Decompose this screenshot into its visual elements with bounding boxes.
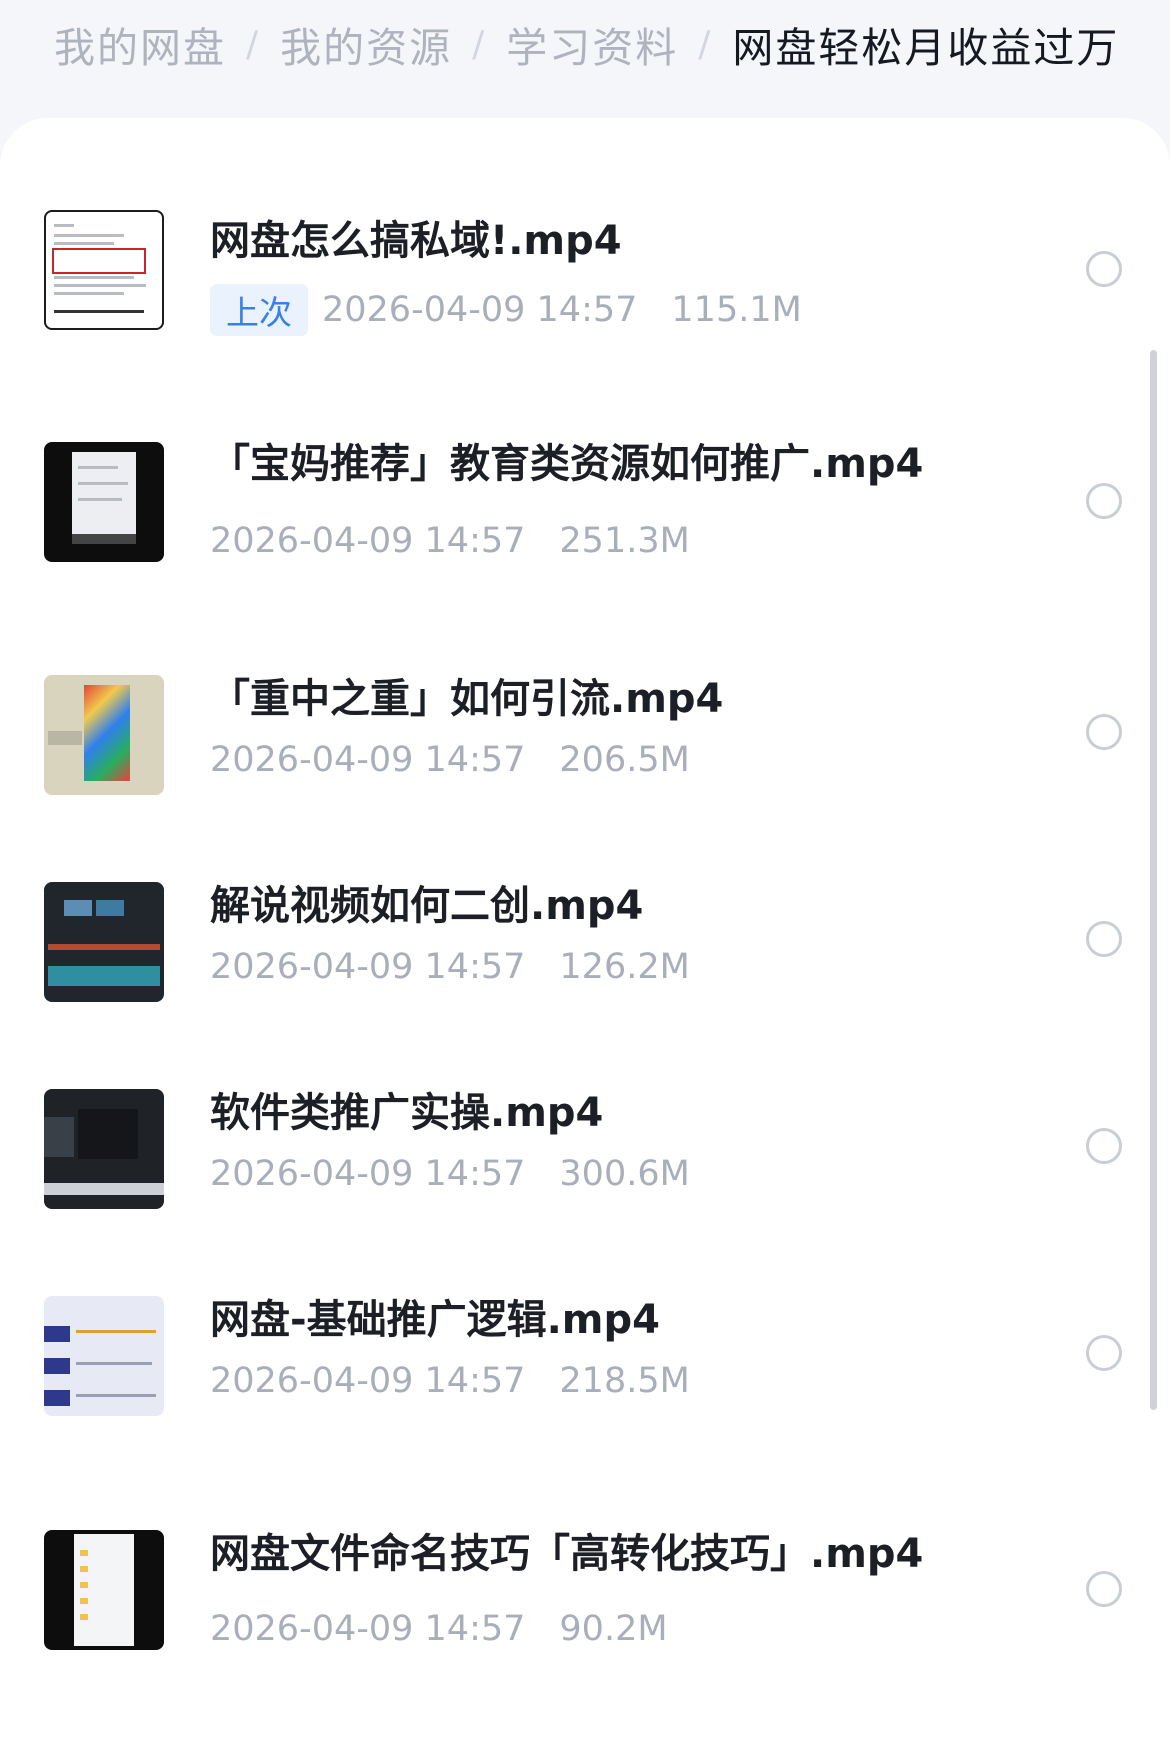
- file-date: 2026-04-09 14:57: [210, 1361, 526, 1401]
- file-meta: 2026-04-09 14:57 90.2M: [210, 1609, 668, 1649]
- breadcrumb-separator: /: [698, 23, 713, 65]
- file-list-item[interactable]: 解说视频如何二创.mp4 2026-04-09 14:57 126.2M: [0, 865, 1170, 1025]
- file-date: 2026-04-09 14:57: [210, 521, 526, 561]
- breadcrumb-study-materials[interactable]: 学习资料: [506, 14, 678, 74]
- file-size: 218.5M: [559, 1361, 690, 1401]
- select-radio[interactable]: [1086, 1128, 1122, 1164]
- select-radio[interactable]: [1086, 1571, 1122, 1607]
- select-radio[interactable]: [1086, 483, 1122, 519]
- file-meta: 2026-04-09 14:57 126.2M: [210, 947, 690, 987]
- breadcrumb-separator: /: [246, 23, 261, 65]
- file-name: 网盘怎么搞私域!.mp4: [210, 218, 622, 264]
- file-date: 2026-04-09 14:57: [210, 947, 526, 987]
- video-thumbnail: [44, 210, 164, 330]
- file-date: 2026-04-09 14:57: [210, 1609, 526, 1649]
- file-list-item[interactable]: 网盘怎么搞私域!.mp4 上次 2026-04-09 14:57 115.1M: [0, 190, 1170, 350]
- select-radio[interactable]: [1086, 921, 1122, 957]
- last-viewed-badge: 上次: [210, 284, 308, 336]
- select-radio[interactable]: [1086, 1335, 1122, 1371]
- file-name: 网盘文件命名技巧「高转化技巧」.mp4: [210, 1531, 924, 1577]
- video-thumbnail: [44, 1296, 164, 1416]
- file-list-item[interactable]: 软件类推广实操.mp4 2026-04-09 14:57 300.6M: [0, 1072, 1170, 1232]
- file-list-item[interactable]: 网盘-基础推广逻辑.mp4 2026-04-09 14:57 218.5M: [0, 1279, 1170, 1439]
- file-name: 「宝妈推荐」教育类资源如何推广.mp4: [210, 441, 924, 487]
- video-thumbnail: [44, 675, 164, 795]
- select-radio[interactable]: [1086, 251, 1122, 287]
- breadcrumb-separator: /: [472, 23, 487, 65]
- video-thumbnail: [44, 442, 164, 562]
- file-size: 126.2M: [559, 947, 690, 987]
- file-list-item[interactable]: 「宝妈推荐」教育类资源如何推广.mp4 2026-04-09 14:57 251…: [0, 425, 1170, 585]
- file-size: 251.3M: [559, 521, 690, 561]
- select-radio[interactable]: [1086, 714, 1122, 750]
- file-list-item[interactable]: 网盘文件命名技巧「高转化技巧」.mp4 2026-04-09 14:57 90.…: [0, 1513, 1170, 1673]
- file-name: 网盘-基础推广逻辑.mp4: [210, 1297, 660, 1343]
- breadcrumb-my-resources[interactable]: 我的资源: [280, 14, 452, 74]
- file-size: 300.6M: [559, 1154, 690, 1194]
- file-list-item[interactable]: 「重中之重」如何引流.mp4 2026-04-09 14:57 206.5M: [0, 658, 1170, 818]
- file-size: 206.5M: [559, 740, 690, 780]
- video-thumbnail: [44, 882, 164, 1002]
- file-size: 90.2M: [559, 1609, 668, 1649]
- file-date: 2026-04-09 14:57: [210, 740, 526, 780]
- breadcrumb-current-folder: 网盘轻松月收益过万: [732, 24, 1120, 72]
- file-date: 2026-04-09 14:57: [210, 1154, 526, 1194]
- file-meta: 上次 2026-04-09 14:57 115.1M: [210, 284, 802, 336]
- file-size: 115.1M: [671, 290, 802, 330]
- file-meta: 2026-04-09 14:57 206.5M: [210, 740, 690, 780]
- file-meta: 2026-04-09 14:57 300.6M: [210, 1154, 690, 1194]
- file-name: 软件类推广实操.mp4: [210, 1090, 604, 1136]
- breadcrumb: 我的网盘 / 我的资源 / 学习资料 / 网盘轻松月收益过万: [54, 14, 1119, 74]
- breadcrumb-my-drive[interactable]: 我的网盘: [54, 14, 226, 74]
- file-date: 2026-04-09 14:57: [322, 290, 638, 330]
- video-thumbnail: [44, 1089, 164, 1209]
- file-meta: 2026-04-09 14:57 218.5M: [210, 1361, 690, 1401]
- file-name: 解说视频如何二创.mp4: [210, 883, 644, 929]
- video-thumbnail: [44, 1530, 164, 1650]
- file-name: 「重中之重」如何引流.mp4: [210, 676, 724, 722]
- file-meta: 2026-04-09 14:57 251.3M: [210, 521, 690, 561]
